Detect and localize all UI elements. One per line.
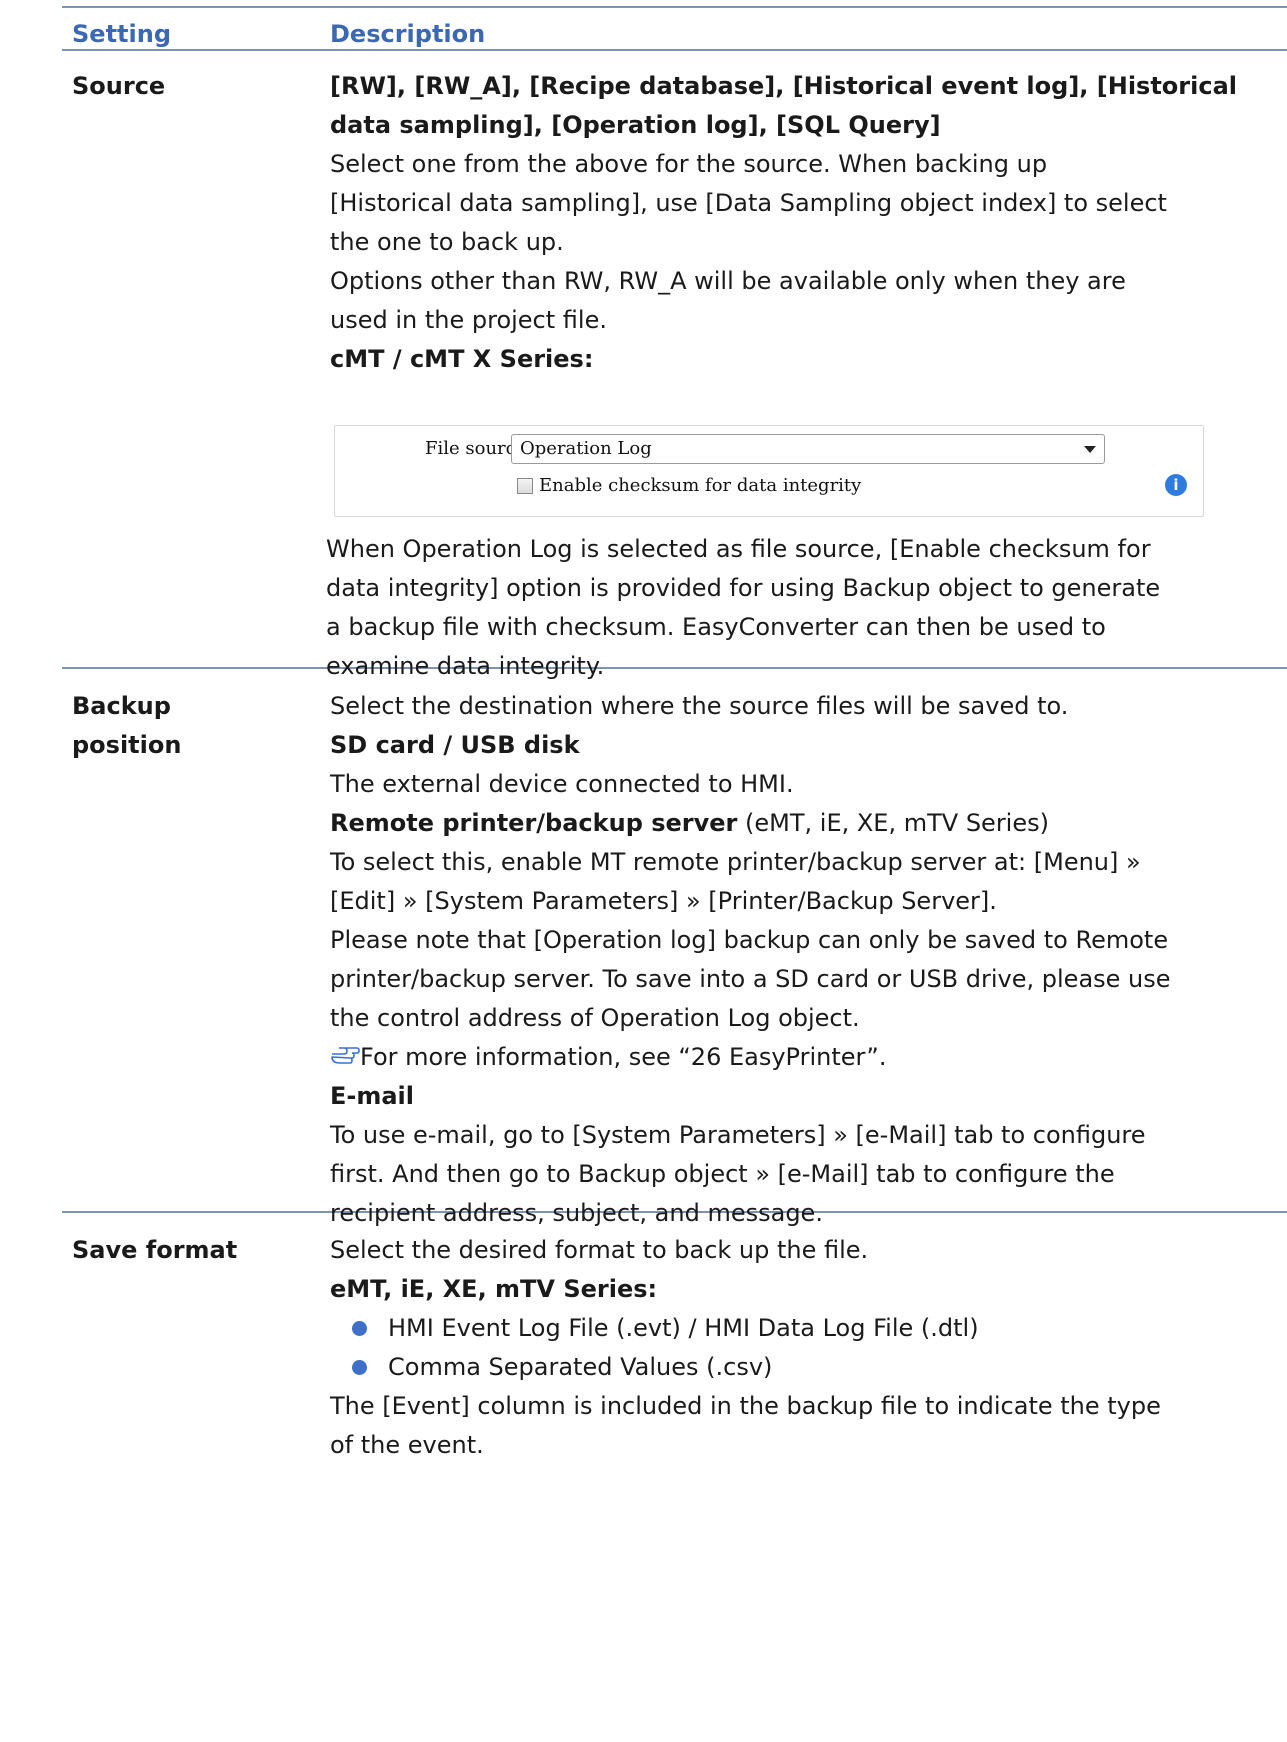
row-label-backup-position: Backup position [72,687,181,765]
backup-text-line: printer/backup server. To save into a SD… [330,965,1171,993]
file-source-value: Operation Log [520,438,652,459]
save-format-text-line: of the event. [330,1431,484,1459]
list-item: Comma Separated Values (.csv) [330,1348,1250,1387]
source-description: [RW], [RW_A], [Recipe database], [Histor… [330,67,1250,379]
source-text-line: data integrity] option is provided for u… [326,574,1161,602]
row-label-save-format: Save format [72,1236,238,1264]
source-text-line: examine data integrity. [326,652,605,680]
source-text-line: used in the project file. [330,306,607,334]
source-options-line1: [RW], [RW_A], [Recipe database], [Histor… [330,72,1237,100]
source-text-line: the one to back up. [330,228,564,256]
pointing-hand-icon [331,1047,360,1064]
backup-text-line: recipient address, subject, and message. [330,1199,823,1227]
table-top-rule [62,6,1287,8]
source-series-heading: cMT / cMT X Series: [330,345,594,373]
source-text-line: Options other than RW, RW_A will be avai… [330,267,1126,295]
enable-checksum-checkbox[interactable] [517,478,533,494]
backup-text-line: To use e-mail, go to [System Parameters]… [330,1121,1146,1149]
reference-text: For more information, see “26 EasyPrinte… [360,1043,887,1071]
backup-text-line: The external device connected to HMI. [330,770,794,798]
column-header-description: Description [330,20,486,48]
column-header-setting: Setting [72,20,171,48]
info-icon[interactable]: i [1165,474,1187,496]
backup-text-line: [Edit] » [System Parameters] » [Printer/… [330,887,997,915]
save-format-series-heading: eMT, iE, XE, mTV Series: [330,1275,658,1303]
reference-line: For more information, see “26 EasyPrinte… [330,1038,1250,1077]
backup-text-line: To select this, enable MT remote printer… [330,848,1141,876]
chevron-down-icon [1084,446,1096,453]
header-bottom-rule [62,49,1287,51]
row-label-line: position [72,731,182,759]
email-heading: E-mail [330,1082,415,1110]
backup-text-line: Please note that [Operation log] backup … [330,926,1169,954]
sd-card-heading: SD card / USB disk [330,731,580,759]
save-format-text-line: The [Event] column is included in the ba… [330,1392,1161,1420]
row-label-source: Source [72,72,166,100]
remote-printer-heading: Remote printer/backup server [330,809,738,837]
source-text-line: [Historical data sampling], use [Data Sa… [330,189,1167,217]
source-text-line: Select one from the above for the source… [330,150,1048,178]
source-text-line: a backup file with checksum. EasyConvert… [326,613,1106,641]
backup-text-line: first. And then go to Backup object » [e… [330,1160,1115,1188]
backup-text-line: the control address of Operation Log obj… [330,1004,860,1032]
row-label-line: Backup [72,692,171,720]
enable-checksum-label: Enable checksum for data integrity [539,475,862,496]
backup-position-description: Select the destination where the source … [330,687,1250,1233]
file-source-select[interactable]: Operation Log [511,434,1105,464]
source-text-line: When Operation Log is selected as file s… [326,535,1151,563]
file-source-dialog: File source : Operation Log Enable check… [334,425,1204,517]
save-format-text-line: Select the desired format to back up the… [330,1236,869,1264]
save-format-list: HMI Event Log File (.evt) / HMI Data Log… [330,1309,1250,1387]
backup-text-line: Select the destination where the source … [330,692,1069,720]
remote-printer-series: (eMT, iE, XE, mTV Series) [737,809,1049,837]
remote-printer-line: Remote printer/backup server (eMT, iE, X… [330,804,1250,843]
source-options-line2: data sampling], [Operation log], [SQL Qu… [330,111,941,139]
list-item: HMI Event Log File (.evt) / HMI Data Log… [330,1309,1250,1348]
source-checksum-description: When Operation Log is selected as file s… [326,530,1246,686]
save-format-description: Select the desired format to back up the… [330,1231,1250,1465]
